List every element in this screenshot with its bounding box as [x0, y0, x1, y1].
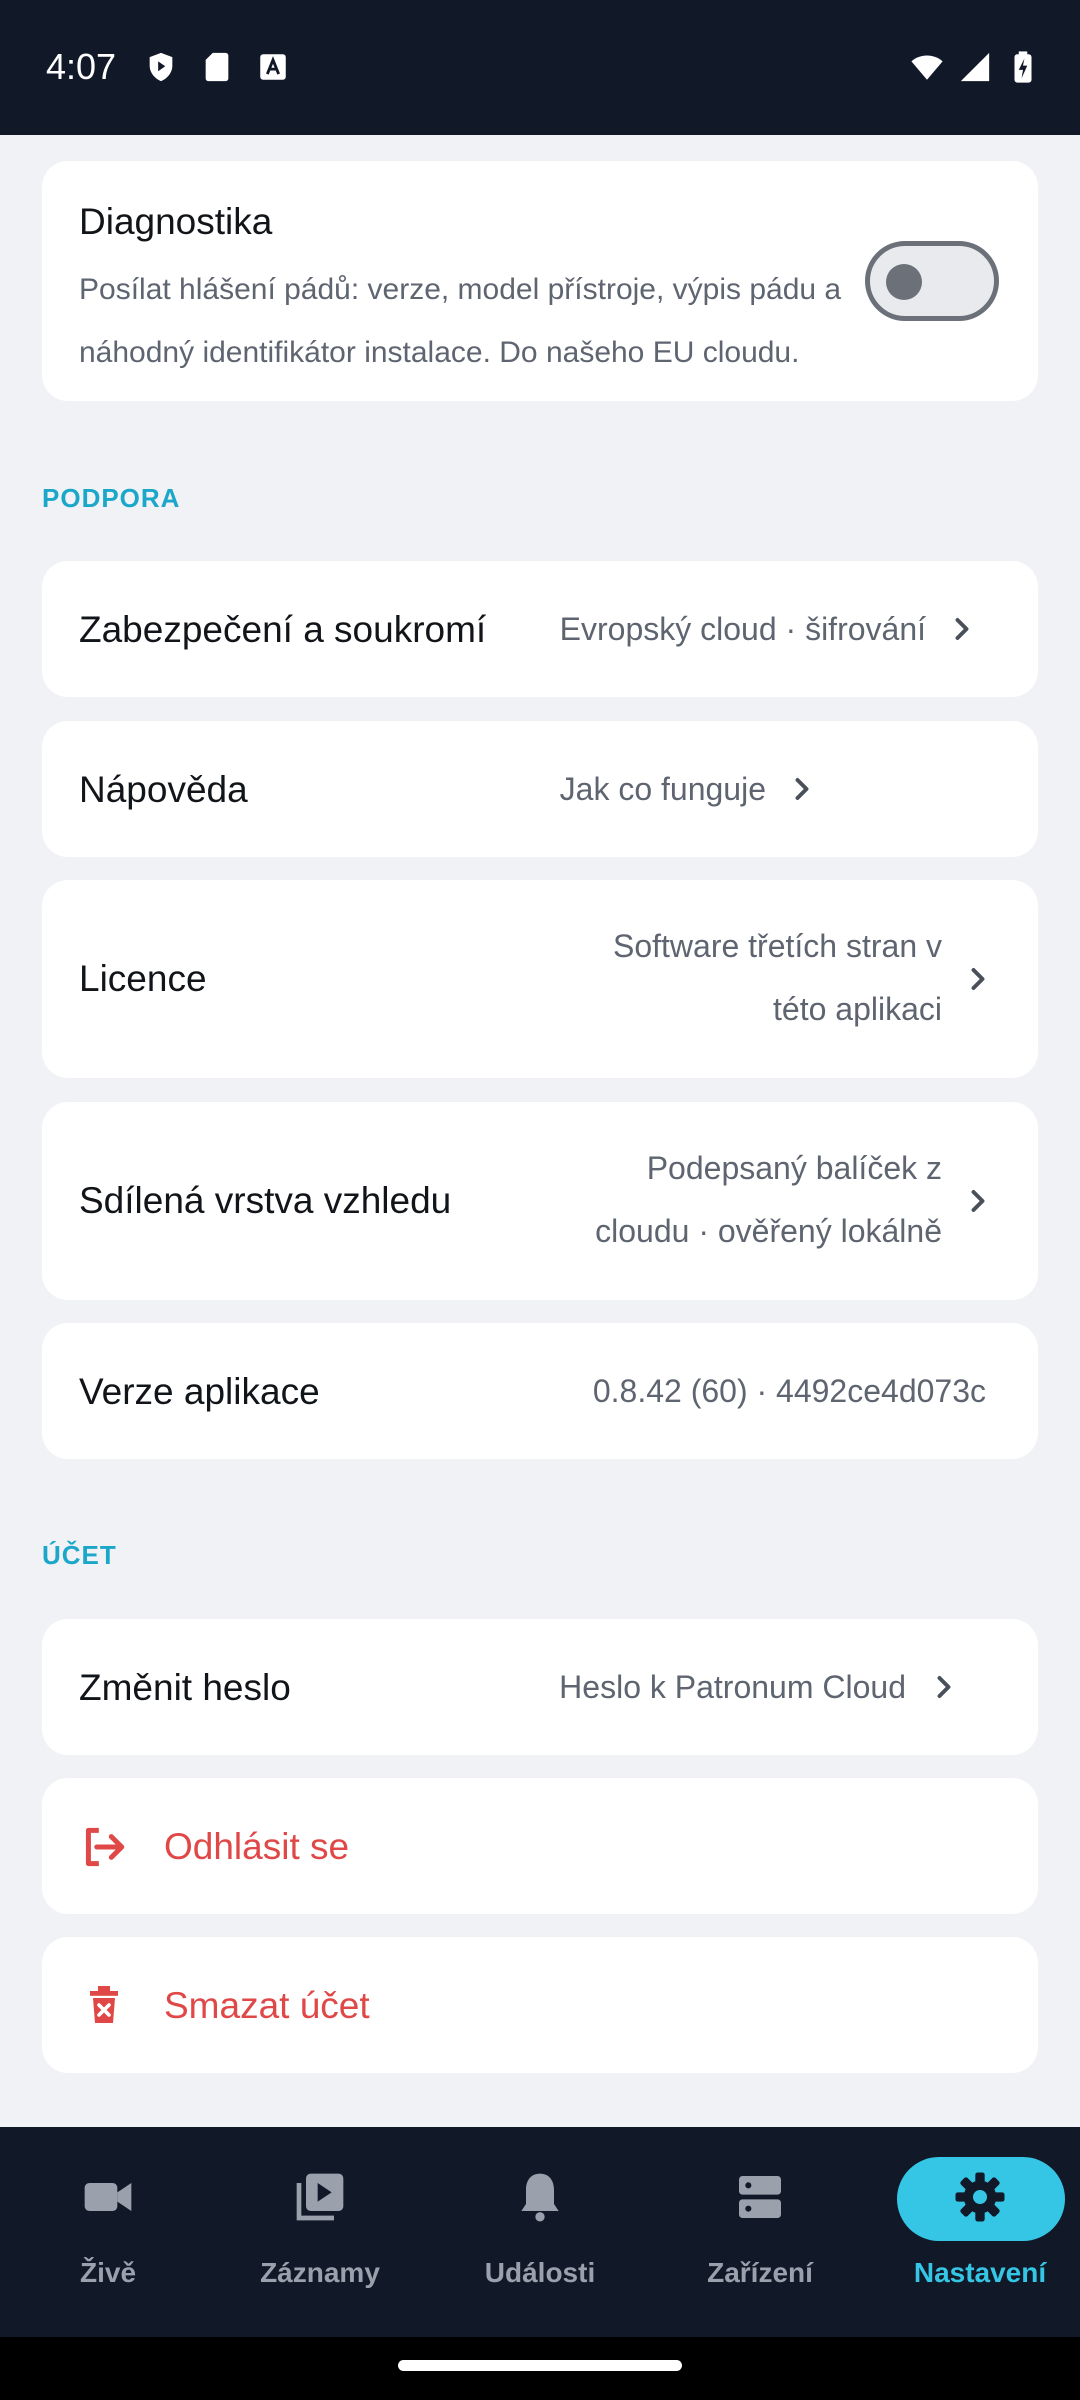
row-value-line: cloudu · ověřený lokálně [595, 1213, 942, 1249]
tab-recordings[interactable]: Záznamy [212, 2127, 428, 2337]
row-title: Licence [79, 958, 207, 999]
chevron-right-icon [955, 618, 969, 640]
row-value: Software třetích stran v této aplikaci [613, 915, 942, 1041]
video-library-icon [296, 2173, 344, 2221]
section-label-support: PODPORA [42, 483, 181, 513]
video-camera-icon [84, 2183, 132, 2211]
chevron-right-icon [971, 968, 985, 990]
bell-icon [521, 2173, 559, 2222]
logout-label: Odhlásit se [164, 1826, 350, 1867]
tab-live[interactable]: Živě [0, 2127, 216, 2337]
row-licence[interactable]: Licence Software třetích stran v této ap… [42, 880, 1038, 1078]
diagnostics-card: Diagnostika Posílat hlášení pádů: verze,… [42, 161, 1038, 401]
tab-label: Zařízení [707, 2257, 813, 2288]
row-title: Nápověda [79, 769, 248, 810]
row-value-line: Software třetích stran v [612, 928, 942, 964]
row-value: Podepsaný balíček z cloudu · ověřený lok… [595, 1137, 942, 1263]
section-label-account: ÚČET [42, 1540, 117, 1570]
status-bar: 4:07 [0, 0, 1080, 135]
app-version-value: 0.8.42 (60) · 4492ce4d073c [592, 1373, 986, 1409]
diagnostics-toggle[interactable] [865, 241, 999, 321]
tab-events[interactable]: Události [432, 2127, 648, 2337]
server-icon [739, 2176, 781, 2218]
home-indicator[interactable] [398, 2360, 682, 2371]
row-help[interactable]: Nápověda Jak co funguje [42, 721, 1038, 857]
delete-account-button[interactable]: Smazat účet [42, 1937, 1038, 2073]
bottom-navigation: Živě Záznamy Události Zařízení Nastavení [0, 2127, 1080, 2337]
status-time: 4:07 [46, 46, 117, 87]
row-value: Heslo k Patronum Cloud [559, 1669, 906, 1705]
gear-icon [955, 2172, 1005, 2222]
row-value: Evropský cloud · šifrování [559, 611, 926, 647]
tab-label: Události [484, 2257, 596, 2288]
row-value-line: Podepsaný balíček z [646, 1150, 942, 1186]
logout-icon [85, 1827, 125, 1867]
battery-charging-icon [1014, 51, 1032, 83]
delete-account-label: Smazat účet [164, 1985, 370, 2026]
row-title: Verze aplikace [79, 1371, 320, 1412]
cell-signal-icon [960, 52, 990, 82]
row-value-line: této aplikaci [773, 991, 942, 1027]
row-change-password[interactable]: Změnit heslo Heslo k Patronum Cloud [42, 1619, 1038, 1755]
tab-label: Živě [79, 2257, 137, 2288]
logout-button[interactable]: Odhlásit se [42, 1778, 1038, 1914]
gesture-nav-area [0, 2337, 1080, 2400]
tab-label: Záznamy [260, 2257, 380, 2288]
row-app-version: Verze aplikace 0.8.42 (60) · 4492ce4d073… [42, 1323, 1038, 1459]
shield-play-icon [149, 52, 173, 82]
chevron-right-icon [795, 778, 809, 800]
diagnostics-title: Diagnostika [79, 201, 273, 242]
tab-label: Nastavení [913, 2257, 1047, 2288]
tab-settings[interactable]: Nastavení [872, 2127, 1080, 2337]
row-value: Jak co funguje [559, 771, 766, 807]
chevron-right-icon [971, 1190, 985, 1212]
row-security-privacy[interactable]: Zabezpečení a soukromí Evropský cloud · … [42, 561, 1038, 697]
chevron-right-icon [937, 1676, 951, 1698]
row-title: Zabezpečení a soukromí [79, 609, 487, 650]
toggle-knob [886, 264, 922, 300]
row-shared-skin-layer[interactable]: Sdílená vrstva vzhledu Podepsaný balíček… [42, 1102, 1038, 1300]
trash-icon [90, 1986, 118, 2023]
row-title: Změnit heslo [79, 1667, 291, 1708]
sd-card-icon [205, 52, 229, 82]
tab-devices[interactable]: Zařízení [652, 2127, 868, 2337]
wifi-icon [911, 55, 943, 80]
diagnostics-description: Posílat hlášení pádů: verze, model příst… [79, 273, 842, 369]
notification-icons [144, 50, 290, 84]
font-a-icon [260, 54, 286, 80]
system-icons [910, 50, 1040, 84]
row-title: Sdílená vrstva vzhledu [79, 1180, 452, 1221]
